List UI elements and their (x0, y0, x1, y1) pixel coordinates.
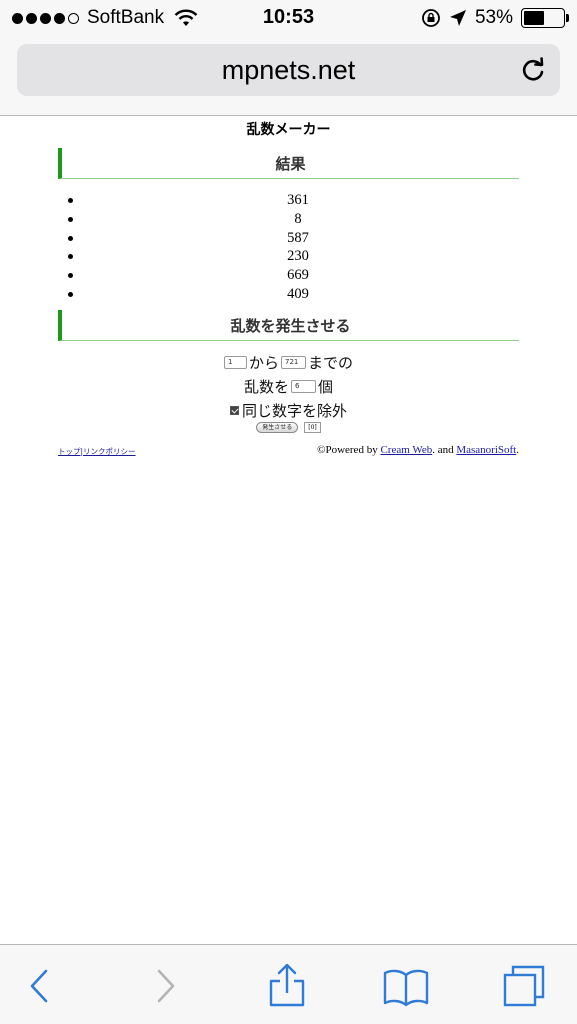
generate-heading: 乱数を発生させる (230, 317, 351, 335)
browser-address-area: mpnets.net (0, 38, 577, 116)
count-input[interactable]: 6 (291, 380, 316, 393)
powered-by: ©Powered by Cream Web. and MasanoriSoft. (317, 444, 519, 456)
browser-toolbar (0, 944, 577, 1024)
list-item: 669 (66, 266, 526, 285)
footer-links: トップ|リンクポリシー (58, 446, 136, 457)
rotation-lock-icon (422, 9, 440, 27)
list-item: 409 (66, 285, 526, 304)
count-row: 乱数を 6 個 (0, 376, 577, 397)
count-prefix: 乱数を (243, 378, 289, 396)
counter-display: [0] (304, 422, 321, 433)
generate-button[interactable]: 発生させる (256, 422, 299, 433)
from-label: から (248, 354, 279, 372)
button-row: 発生させる [0] (0, 422, 577, 433)
results-section-header: 結果 (58, 148, 519, 179)
exclude-row: 同じ数字を除外 (0, 400, 577, 421)
battery-level (524, 11, 545, 25)
location-arrow-icon (449, 10, 466, 26)
end-text: . (516, 444, 519, 456)
and-text: . and (432, 444, 454, 456)
status-bar: SoftBank 10:53 53% (0, 0, 577, 38)
exclude-duplicates-checkbox[interactable] (229, 406, 239, 415)
bookmarks-icon[interactable] (381, 963, 431, 1009)
top-link[interactable]: トップ (58, 447, 81, 456)
powered-by-text: ©Powered by (317, 444, 378, 456)
exclude-duplicates-label: 同じ数字を除外 (241, 402, 347, 420)
battery-icon (521, 8, 569, 28)
web-page: 乱数メーカー 結果 361 8 587 230 669 409 乱数を発生させる… (0, 116, 577, 944)
forward-icon[interactable] (141, 963, 191, 1009)
battery-percent: 53% (474, 7, 513, 28)
link-policy-link[interactable]: リンクポリシー (83, 447, 136, 456)
back-icon[interactable] (14, 963, 64, 1009)
url-text[interactable]: mpnets.net (17, 55, 560, 86)
cream-web-link[interactable]: Cream Web (380, 444, 432, 456)
results-list: 361 8 587 230 669 409 (66, 191, 526, 304)
list-item: 587 (66, 229, 526, 248)
range-row: 1 から 721 までの (0, 352, 577, 373)
results-heading: 結果 (275, 155, 306, 173)
tabs-icon[interactable] (500, 963, 550, 1009)
reload-icon[interactable] (518, 55, 548, 85)
address-bar[interactable]: mpnets.net (17, 44, 560, 96)
until-label: までの (308, 354, 354, 372)
min-value-input[interactable]: 1 (223, 356, 247, 369)
share-icon[interactable] (262, 963, 312, 1009)
page-title: 乱数メーカー (246, 122, 331, 138)
list-item: 361 (66, 191, 526, 210)
list-item: 8 (66, 210, 526, 229)
max-value-input[interactable]: 721 (281, 356, 306, 369)
masanorisoft-link[interactable]: MasanoriSoft (456, 444, 516, 456)
count-suffix: 個 (318, 378, 334, 396)
list-item: 230 (66, 247, 526, 266)
generate-section-header: 乱数を発生させる (58, 310, 519, 341)
status-right: 53% (421, 7, 569, 29)
